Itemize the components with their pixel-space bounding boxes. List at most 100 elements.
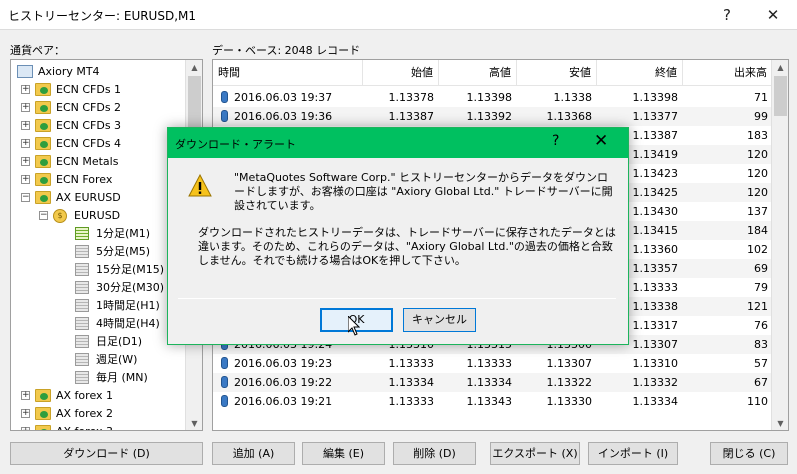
tree-item-label: 1時間足(H1) [96, 299, 160, 312]
tree-item-label: ECN CFDs 1 [56, 83, 122, 96]
tree-item-timeframe[interactable]: 15分足(M15) [11, 261, 187, 279]
tree-item-label: EURUSD [74, 209, 121, 222]
table-scroll-thumb[interactable] [774, 76, 787, 116]
help-button[interactable]: ? [712, 3, 742, 27]
tree-item-label: 日足(D1) [96, 335, 143, 348]
table-row[interactable]: 2016.06.03 19:21 1.13333 1.13343 1.13330 1.1… [213, 392, 773, 411]
table-cell: 1.13310 [632, 357, 679, 370]
tree-item-label: AX forex 3 [56, 423, 113, 430]
add-button[interactable]: 追加 (A) [212, 442, 295, 465]
history-file-icon [75, 281, 89, 294]
scroll-down-icon[interactable]: ▼ [186, 416, 202, 430]
symbol-folder-icon [35, 101, 51, 114]
dialog-help-button[interactable]: ? [552, 133, 559, 149]
tree-item-folder[interactable]: − AX EURUSD [11, 189, 187, 207]
symbol-tree-content: Axiory MT4 + ECN CFDs 1 + ECN CFDs 2 + ECN CFD… [11, 60, 187, 430]
expander-icon[interactable]: + [21, 391, 30, 400]
cancel-button[interactable]: キャンセル [403, 308, 476, 332]
tree-item-timeframe[interactable]: 5分足(M5) [11, 243, 187, 261]
table-cell: 1.13307 [546, 357, 593, 370]
tree-item-timeframe[interactable]: 日足(D1) [11, 333, 187, 351]
table-cell: 1.13322 [546, 376, 593, 389]
dialog-separator [178, 298, 616, 299]
table-cell: 183 [747, 129, 768, 142]
expander-icon[interactable]: − [39, 211, 48, 220]
tree-item-timeframe[interactable]: 4時間足(H4) [11, 315, 187, 333]
history-file-icon [75, 371, 89, 384]
expander-icon[interactable]: + [21, 121, 30, 130]
expander-icon[interactable]: + [21, 103, 30, 112]
tree-item-label: 4時間足(H4) [96, 317, 160, 330]
bar-record-icon [221, 376, 228, 388]
column-header[interactable]: 高値 [439, 60, 517, 86]
download-alert-dialog[interactable]: ダウンロード・アラート ? ✕ "MetaQuotes Software Cor… [167, 127, 629, 345]
tree-item-folder[interactable]: + ECN CFDs 2 [11, 99, 187, 117]
table-cell: 1.13343 [466, 395, 513, 408]
scroll-up-icon[interactable]: ▲ [772, 60, 788, 76]
tree-item-timeframe[interactable]: 1時間足(H1) [11, 297, 187, 315]
dialog-titlebar: ダウンロード・アラート ? ✕ [168, 128, 628, 158]
tree-item-symbol[interactable]: − $ EURUSD [11, 207, 187, 225]
tree-item-label: ECN Metals [56, 155, 119, 168]
symbol-folder-icon [35, 83, 51, 96]
tree-item-folder[interactable]: + ECN CFDs 1 [11, 81, 187, 99]
close-button[interactable]: 閉じる (C) [710, 442, 788, 465]
table-cell: 2016.06.03 19:21 [234, 395, 333, 408]
edit-button[interactable]: 編集 (E) [302, 442, 385, 465]
tree-item-timeframe[interactable]: 週足(W) [11, 351, 187, 369]
tree-item-label: ECN CFDs 4 [56, 137, 122, 150]
table-cell: 1.13377 [632, 110, 679, 123]
tree-item-folder[interactable]: + ECN Metals [11, 153, 187, 171]
expander-icon[interactable]: + [21, 85, 30, 94]
tree-item-folder[interactable]: + ECN CFDs 3 [11, 117, 187, 135]
table-row[interactable]: 2016.06.03 19:36 1.13387 1.13392 1.13368 1.1… [213, 107, 773, 126]
tree-item-timeframe[interactable]: 1分足(M1) [11, 225, 187, 243]
tree-item-label: 30分足(M30) [96, 281, 165, 294]
scroll-up-icon[interactable]: ▲ [186, 60, 202, 76]
import-button[interactable]: インポート (I) [588, 442, 678, 465]
table-cell: 1.13333 [388, 395, 435, 408]
table-cell: 1.13378 [388, 91, 435, 104]
symbol-folder-icon [35, 389, 51, 402]
column-header[interactable]: 安値 [517, 60, 597, 86]
dialog-message-1: "MetaQuotes Software Corp." ヒストリーセンターからデ… [234, 171, 613, 212]
dialog-close-button[interactable]: ✕ [594, 131, 608, 151]
tree-item-folder[interactable]: + ECN Forex [11, 171, 187, 189]
tree-item-label: 1分足(M1) [96, 227, 151, 240]
table-cell: 120 [747, 167, 768, 180]
column-header[interactable]: 出来高 [683, 60, 773, 86]
symbol-folder-icon [35, 173, 51, 186]
table-scrollbar[interactable]: ▲ ▼ [771, 60, 788, 430]
export-button[interactable]: エクスポート (X) [490, 442, 580, 465]
tree-item-root[interactable]: Axiory MT4 [11, 63, 187, 81]
expander-icon[interactable]: + [21, 175, 30, 184]
column-header[interactable]: 終値 [597, 60, 683, 86]
table-row[interactable]: 2016.06.03 19:23 1.13333 1.13333 1.13307 1.1… [213, 354, 773, 373]
tree-item-label: 5分足(M5) [96, 245, 151, 258]
tree-item-timeframe[interactable]: 30分足(M30) [11, 279, 187, 297]
column-header[interactable]: 時間 [213, 60, 363, 86]
close-window-button[interactable]: ✕ [758, 3, 788, 27]
column-header[interactable]: 始値 [363, 60, 439, 86]
expander-icon[interactable]: + [21, 427, 30, 430]
expander-icon[interactable]: + [21, 409, 30, 418]
scroll-down-icon[interactable]: ▼ [772, 416, 788, 430]
table-cell: 1.13330 [546, 395, 593, 408]
expander-icon[interactable]: − [21, 193, 30, 202]
download-button[interactable]: ダウンロード (D) [10, 442, 203, 465]
tree-item-folder[interactable]: + ECN CFDs 4 [11, 135, 187, 153]
tree-item-folder[interactable]: + AX forex 1 [11, 387, 187, 405]
tree-item-folder[interactable]: + AX forex 2 [11, 405, 187, 423]
delete-button[interactable]: 削除 (D) [393, 442, 476, 465]
table-row[interactable]: 2016.06.03 19:22 1.13334 1.13334 1.13322 1.1… [213, 373, 773, 392]
tree-item-timeframe[interactable]: 毎月 (MN) [11, 369, 187, 387]
table-cell: 120 [747, 148, 768, 161]
tree-item-label: ECN Forex [56, 173, 113, 186]
tree-item-folder[interactable]: + AX forex 3 [11, 423, 187, 430]
table-row[interactable]: 2016.06.03 19:37 1.13378 1.13398 1.1338 1.13… [213, 88, 773, 107]
expander-icon[interactable]: + [21, 157, 30, 166]
expander-icon[interactable]: + [21, 139, 30, 148]
table-cell: 1.13368 [546, 110, 593, 123]
table-header: 時間 始値 高値 安値 終値 出来高 [213, 60, 773, 86]
table-cell: 2016.06.03 19:37 [234, 91, 333, 104]
